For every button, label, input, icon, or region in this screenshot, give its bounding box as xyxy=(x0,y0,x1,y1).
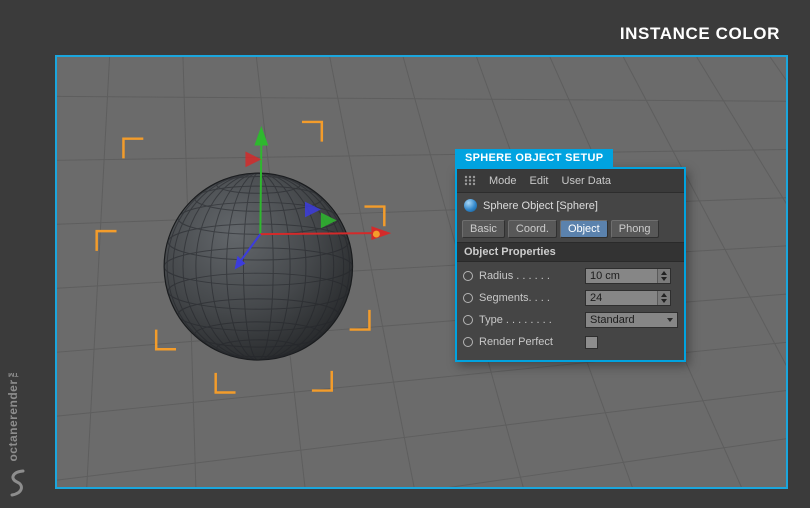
keyframe-circle-icon[interactable] xyxy=(463,337,473,347)
stepper-up-icon[interactable] xyxy=(661,271,667,275)
octane-logo-icon xyxy=(7,468,27,498)
property-label: Segments. . . . xyxy=(479,292,585,304)
tab-coord[interactable]: Coord. xyxy=(508,220,557,238)
panel-header-tab: SPHERE OBJECT SETUP xyxy=(455,149,613,167)
segments-value[interactable]: 24 xyxy=(586,292,657,304)
tab-phong[interactable]: Phong xyxy=(611,220,659,238)
stepper-up-icon[interactable] xyxy=(661,293,667,297)
property-row-segments: Segments. . . . 24 xyxy=(463,289,678,307)
render-perfect-checkbox[interactable] xyxy=(585,336,598,349)
octane-render-watermark: octanerender™ xyxy=(6,365,20,462)
sphere-object-icon xyxy=(464,199,477,212)
property-label: Render Perfect xyxy=(479,336,585,348)
object-properties: Radius . . . . . . 10 cm Segments. . . .… xyxy=(457,262,684,360)
menu-item-user-data[interactable]: User Data xyxy=(562,175,612,187)
tab-object[interactable]: Object xyxy=(560,220,608,238)
property-label: Type . . . . . . . . xyxy=(479,314,585,326)
keyframe-circle-icon[interactable] xyxy=(463,271,473,281)
menu-item-edit[interactable]: Edit xyxy=(530,175,549,187)
sphere-object[interactable] xyxy=(164,173,352,360)
property-row-radius: Radius . . . . . . 10 cm xyxy=(463,267,678,285)
property-row-render-perfect: Render Perfect xyxy=(463,333,678,351)
radius-stepper[interactable] xyxy=(657,269,670,283)
plane-handle-red[interactable] xyxy=(245,151,261,167)
type-dropdown[interactable]: Standard xyxy=(585,312,678,328)
panel-menubar: Mode Edit User Data xyxy=(457,169,684,193)
property-row-type: Type . . . . . . . . Standard xyxy=(463,311,678,329)
property-label: Radius . . . . . . xyxy=(479,270,585,282)
tab-basic[interactable]: Basic xyxy=(462,220,505,238)
keyframe-circle-icon[interactable] xyxy=(463,315,473,325)
sphere-object-setup-panel: SPHERE OBJECT SETUP Mode Edit User Data … xyxy=(455,148,686,362)
attribute-panel: Mode Edit User Data Sphere Object [Spher… xyxy=(455,167,686,362)
segments-field[interactable]: 24 xyxy=(585,290,671,306)
stepper-down-icon[interactable] xyxy=(661,299,667,303)
menu-item-mode[interactable]: Mode xyxy=(489,175,517,187)
type-value[interactable]: Standard xyxy=(586,314,667,326)
drag-grid-icon[interactable] xyxy=(464,175,476,186)
segments-stepper[interactable] xyxy=(657,291,670,305)
radius-field[interactable]: 10 cm xyxy=(585,268,671,284)
chevron-down-icon xyxy=(667,318,673,322)
radius-value[interactable]: 10 cm xyxy=(586,270,657,282)
object-title: Sphere Object [Sphere] xyxy=(483,200,598,212)
page-title: INSTANCE COLOR xyxy=(620,24,780,44)
object-title-row: Sphere Object [Sphere] xyxy=(457,193,684,218)
keyframe-circle-icon[interactable] xyxy=(463,293,473,303)
section-header: Object Properties xyxy=(457,242,684,262)
radius-handle-dot[interactable] xyxy=(373,231,380,238)
attribute-tabs: Basic Coord. Object Phong xyxy=(457,218,684,242)
stepper-down-icon[interactable] xyxy=(661,277,667,281)
